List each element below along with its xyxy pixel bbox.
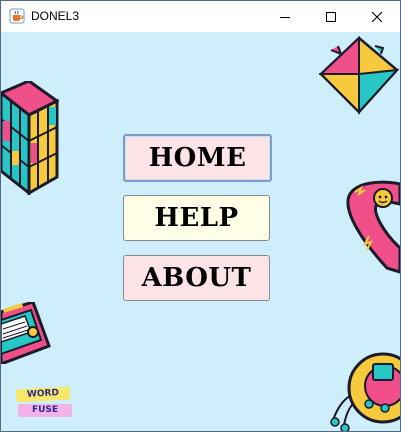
cassette-tape-icon [1,302,51,364]
title-bar[interactable]: DONEL3 [1,1,400,32]
java-coffee-icon [9,8,25,24]
main-panel: HOME HELP ABOUT WORD FUSE [1,32,400,431]
rubiks-cube-icon [1,81,59,195]
telephone-handset-icon [346,180,400,274]
app-window: DONEL3 HOME HELP ABOUT WORD FUSE [0,0,401,432]
maximize-button[interactable] [308,1,354,32]
logo-word-text: WORD [15,386,71,403]
help-button[interactable]: HELP [123,195,270,241]
about-button[interactable]: ABOUT [123,255,270,301]
help-button-label: HELP [154,203,239,233]
home-button[interactable]: HOME [123,134,272,182]
close-icon [371,11,383,22]
close-button[interactable] [354,1,400,32]
home-button-label: HOME [148,143,247,173]
minimize-button[interactable] [262,1,308,32]
logo-fuse-text: FUSE [18,404,72,417]
window-title: DONEL3 [31,9,80,23]
maximize-icon [326,11,336,22]
paper-fortune-teller-icon [319,36,400,115]
minimize-icon [280,16,290,18]
word-fuse-logo: WORD FUSE [12,385,80,420]
discman-player-icon [330,352,400,431]
about-button-label: ABOUT [141,263,252,293]
